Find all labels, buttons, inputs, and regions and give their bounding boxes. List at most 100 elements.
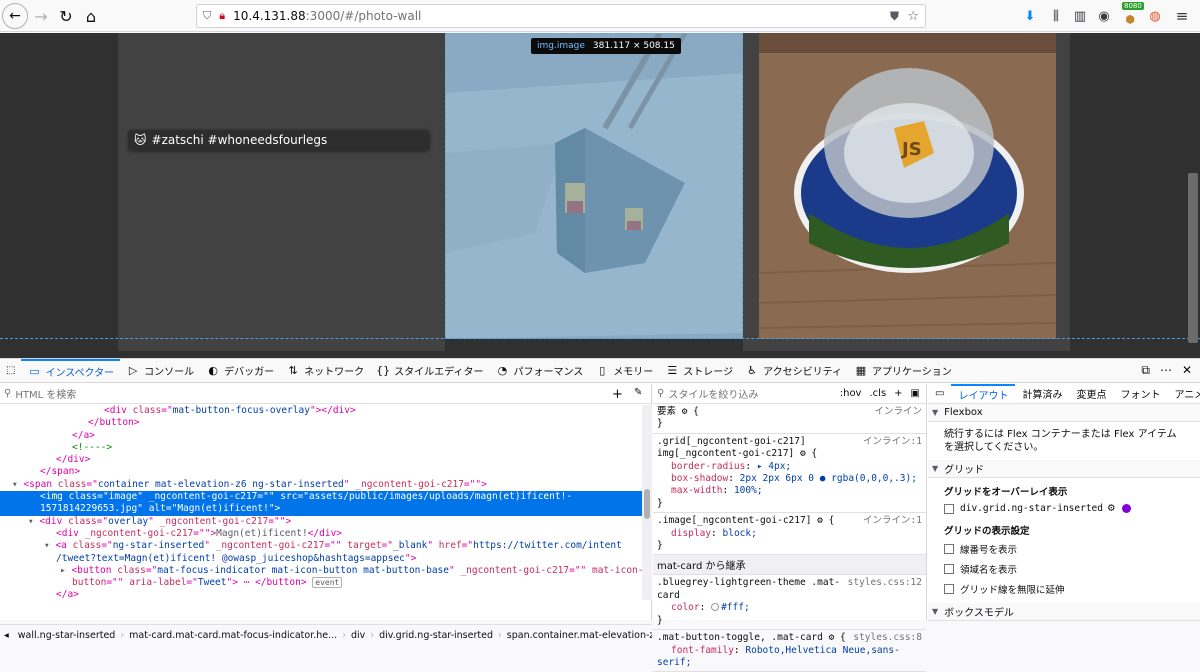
devtools-tab[interactable]: ▯ メモリー <box>589 359 659 383</box>
markup-line[interactable]: <img class="image" _ngcontent-goi-c217="… <box>0 491 642 504</box>
markup-line[interactable]: ▾ <div class="overlay" _ngcontent-goi-c2… <box>0 516 642 528</box>
gear-icon[interactable]: ⚙ <box>1107 503 1116 514</box>
grid-option[interactable]: 線番号を表示 <box>928 539 1200 559</box>
breadcrumb-item[interactable]: span.container.mat-elevation-z6.ng-star-… <box>502 630 652 641</box>
sidebar-tab[interactable]: アニメーシ <box>1167 384 1200 404</box>
twisty-icon[interactable]: ▾ <box>44 540 55 551</box>
reload-button[interactable]: ↻ <box>53 3 79 29</box>
back-button[interactable]: ← <box>2 3 28 29</box>
extension-badge-icon[interactable]: 8080 ⬢ <box>1120 2 1144 26</box>
sidebar-tab[interactable]: 計算済み <box>1015 384 1069 404</box>
css-declaration[interactable]: max-width: 100%; <box>657 485 922 497</box>
flexbox-section-header[interactable]: ▼ Flexbox <box>928 404 1200 422</box>
rule-source[interactable]: インライン:1 <box>863 436 922 448</box>
devtools-tab[interactable]: {} スタイルエディター <box>370 359 489 383</box>
more-options-icon[interactable]: ⋯ <box>1160 363 1172 378</box>
eyedropper-icon[interactable]: ✎ <box>634 387 642 398</box>
css-rule[interactable]: インライン:1 .grid[_ngcontent-goi-c217] img[_ng… <box>653 434 926 514</box>
checkbox[interactable] <box>944 503 954 514</box>
markup-line[interactable]: <!----> <box>0 442 642 454</box>
rules-tool-button[interactable]: .cls <box>869 388 886 399</box>
sidebar-tab[interactable]: レイアウト <box>951 383 1016 404</box>
markup-scrollbar-thumb[interactable] <box>644 489 650 519</box>
css-declaration[interactable]: border-radius: ▸ 4px; <box>657 461 922 473</box>
devtools-tab[interactable]: ☰ ストレージ <box>659 359 739 383</box>
css-declaration[interactable]: display: block; <box>657 528 922 540</box>
markup-line[interactable]: button="" aria-label="Tweet"> ⋯ </button… <box>0 577 642 589</box>
twisty-icon[interactable]: ▸ <box>60 565 71 576</box>
rules-tool-button[interactable]: :hov <box>840 388 862 399</box>
markup-line[interactable]: 1571814229653.jpg" alt="Magn(et)ificent!… <box>0 503 642 516</box>
breadcrumb-scroll-left-icon[interactable]: ◂ <box>4 630 9 641</box>
breadcrumb-item[interactable]: div.grid.ng-star-inserted <box>374 630 498 641</box>
rule-source[interactable]: インライン <box>874 406 922 418</box>
devtools-tab[interactable]: ⇅ ネットワーク <box>280 359 370 383</box>
css-rule[interactable]: インライン:1 .image[_ngcontent-goi-c217] ⚙ {di… <box>653 513 926 556</box>
markup-line[interactable]: <div class="mat-button-focus-overlay"></… <box>0 405 642 417</box>
forward-button[interactable]: → <box>28 3 54 29</box>
devtools-tab[interactable]: ◐ デバッガー <box>200 359 280 383</box>
account-icon[interactable]: ◉ <box>1094 6 1114 26</box>
grid-section-header[interactable]: ▼ グリッド <box>928 460 1200 478</box>
devtools-tab[interactable]: ▷ コンソール <box>120 359 200 383</box>
checkbox[interactable] <box>944 564 954 574</box>
rules-tool-button[interactable]: + <box>894 388 902 399</box>
bookmark-star-icon[interactable]: ☆ <box>907 9 919 24</box>
url-bar[interactable]: ⛉ 🔒︎ 10.4.131.88:3000/#/photo-wall ⛊ ☆ <box>196 4 926 28</box>
split-toggle-icon[interactable]: ▭ <box>928 384 951 404</box>
add-node-icon[interactable]: + <box>612 387 623 402</box>
markup-tree[interactable]: <div class="mat-button-focus-overlay"></… <box>0 405 642 600</box>
library-icon[interactable]: ⫼ <box>1046 6 1066 26</box>
markup-line[interactable]: <div _ngcontent-goi-c217="">Magn(et)ific… <box>0 528 642 540</box>
markup-line[interactable]: </span> <box>0 466 642 478</box>
css-rule[interactable]: styles.css:8 .mat-button-toggle, .mat-car… <box>653 630 926 672</box>
markup-line[interactable]: /tweet?text=Magn(et)ificent! @owasp_juic… <box>0 553 642 565</box>
devtools-tab[interactable]: ▭ インスペクター <box>21 358 121 383</box>
shield-icon[interactable]: ⛉ <box>203 9 211 23</box>
markup-line[interactable]: </a> <box>0 430 642 442</box>
grid-option[interactable]: グリッド線を無限に延伸 <box>928 579 1200 599</box>
insecure-lock-icon[interactable]: 🔒︎ <box>219 9 225 23</box>
html-search[interactable]: ⚲ HTML を検索 + ✎ <box>0 384 651 404</box>
rule-source[interactable]: インライン:1 <box>863 515 922 527</box>
sidebar-tab[interactable]: 変更点 <box>1069 384 1113 404</box>
twisty-icon[interactable]: ▾ <box>12 479 23 490</box>
rules-tool-button[interactable]: ▣ <box>911 388 920 399</box>
checkbox[interactable] <box>944 584 954 594</box>
css-declaration[interactable]: font-family: Roboto,Helvetica Neue,sans-… <box>657 645 922 670</box>
rule-source[interactable]: styles.css:12 <box>848 577 922 589</box>
download-icon[interactable]: ⬇ <box>1020 6 1040 26</box>
grid-color-swatch[interactable] <box>1121 504 1131 513</box>
extension-globe-icon[interactable]: ◍ <box>1145 6 1165 26</box>
breadcrumb-item[interactable]: wall.ng-star-inserted <box>13 630 121 641</box>
breadcrumb-item[interactable]: mat-card.mat-card.mat-focus-indicator.he… <box>124 630 342 641</box>
markup-line[interactable]: </button> <box>0 417 642 429</box>
sidebar-tab[interactable]: フォント <box>1113 384 1167 404</box>
css-rule[interactable]: styles.css:12 .bluegrey-lightgreen-theme … <box>653 575 926 631</box>
color-swatch[interactable] <box>711 603 720 612</box>
markup-line[interactable]: </div> <box>0 454 642 466</box>
close-devtools-icon[interactable]: ✕ <box>1182 363 1192 378</box>
devtools-tab[interactable]: ▦ アプリケーション <box>848 359 958 383</box>
markup-line[interactable]: ▾ <a class="ng-star-inserted" _ngcontent… <box>0 540 642 552</box>
devtools-tab[interactable]: ♿ アクセシビリティ <box>739 359 848 383</box>
css-rule[interactable]: インライン 要素 ⚙ {} <box>653 404 926 434</box>
sidebar-icon[interactable]: ▥ <box>1070 6 1090 26</box>
rules-filter[interactable]: ⚲ スタイルを絞り込み :hov .cls + ▣ <box>653 384 926 404</box>
checkbox[interactable] <box>944 544 954 554</box>
grid-overlay-item[interactable]: div.grid.ng-star-inserted ⚙ <box>928 500 1200 517</box>
markup-line[interactable]: ▸ <button class="mat-focus-indicator mat… <box>0 565 642 577</box>
twisty-icon[interactable]: ▾ <box>28 516 39 527</box>
grid-option[interactable]: 領域名を表示 <box>928 559 1200 579</box>
rule-source[interactable]: styles.css:8 <box>853 632 922 644</box>
boxmodel-section-header[interactable]: ▼ ボックスモデル <box>928 603 1200 621</box>
devtools-tab[interactable]: ◔ パフォーマンス <box>489 359 589 383</box>
page-scrollbar[interactable] <box>1188 173 1198 343</box>
pocket-icon[interactable]: ⛊ <box>890 9 899 24</box>
menu-icon[interactable]: ≡ <box>1172 6 1192 26</box>
markup-line[interactable]: ▾ <span class="container mat-elevation-z… <box>0 479 642 491</box>
markup-line[interactable]: </a> <box>0 589 642 600</box>
dock-icon[interactable]: ⧉ <box>1141 363 1150 378</box>
css-declaration[interactable]: color: #fff; <box>657 602 922 614</box>
breadcrumb-item[interactable]: div <box>346 630 370 641</box>
